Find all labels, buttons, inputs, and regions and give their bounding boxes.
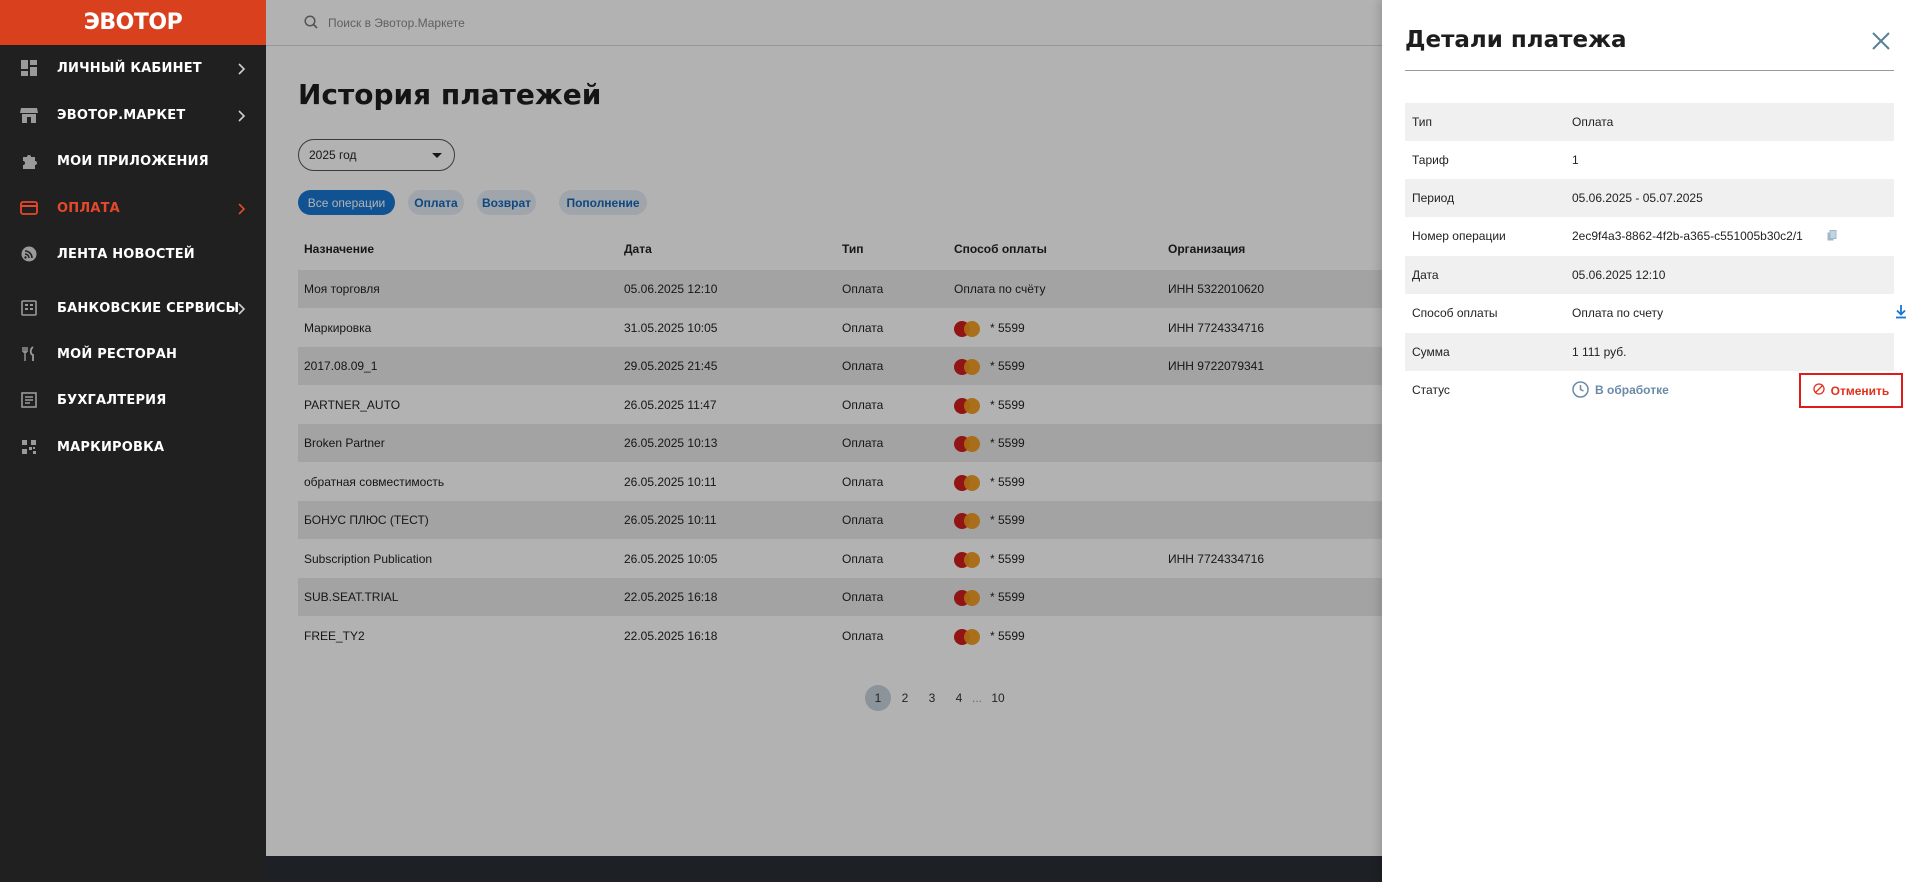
detail-row-operation-number: Номер операции 2ec9f4a3-8862-4f2b-a365-c…: [1405, 217, 1894, 255]
sidebar-item-label: ЛИЧНЫЙ КАБИНЕТ: [57, 60, 202, 76]
detail-row-period: Период 05.06.2025 - 05.07.2025: [1405, 179, 1894, 217]
puzzle-icon: [20, 153, 38, 169]
sidebar-item-accounting[interactable]: БУХГАЛТЕРИЯ: [0, 383, 266, 417]
sidebar-item-label: МАРКИРОВКА: [57, 439, 165, 455]
sidebar-item-label: МОИ ПРИЛОЖЕНИЯ: [57, 153, 209, 169]
detail-label: Номер операции: [1412, 229, 1506, 243]
detail-row-payment-method: Способ оплаты Оплата по счету: [1405, 294, 1906, 332]
sidebar-item-marking[interactable]: МАРКИРОВКА: [0, 430, 266, 464]
ledger-icon: [20, 392, 38, 408]
detail-row-amount: Сумма 1 111 руб.: [1405, 333, 1894, 371]
chevron-right-icon: [238, 62, 246, 80]
detail-value: Оплата: [1572, 115, 1614, 129]
detail-value: 05.06.2025 12:10: [1572, 268, 1666, 282]
cancel-icon: [1813, 382, 1825, 400]
detail-label: Дата: [1412, 268, 1439, 282]
detail-row-date: Дата 05.06.2025 12:10: [1405, 256, 1894, 294]
sidebar-item-label: БАНКОВСКИЕ СЕРВИСЫ: [57, 300, 240, 316]
sidebar-item-payment[interactable]: ОПЛАТА: [0, 191, 266, 225]
bank-icon: [20, 300, 38, 316]
detail-value: 1: [1572, 153, 1579, 167]
detail-value: Оплата по счету: [1572, 306, 1664, 320]
card-icon: [20, 200, 38, 216]
cancel-label: Отменить: [1830, 383, 1890, 398]
sidebar-item-dashboard[interactable]: ЛИЧНЫЙ КАБИНЕТ: [0, 51, 266, 85]
sidebar-item-label: МОЙ РЕСТОРАН: [57, 346, 178, 362]
copy-icon[interactable]: [1827, 229, 1837, 247]
sidebar-item-label: ЛЕНТА НОВОСТЕЙ: [57, 246, 195, 262]
detail-label: Тип: [1412, 115, 1433, 129]
chevron-right-icon: [238, 109, 246, 127]
dashboard-icon: [20, 60, 38, 76]
sidebar: ЭВОТОР ЛИЧНЫЙ КАБИНЕТ ЭВОТОР.МАРКЕТ МОИ …: [0, 0, 266, 882]
barcode-icon: [20, 439, 38, 455]
detail-label: Способ оплаты: [1412, 306, 1498, 320]
sidebar-item-restaurant[interactable]: МОЙ РЕСТОРАН: [0, 337, 266, 371]
sidebar-item-apps[interactable]: МОИ ПРИЛОЖЕНИЯ: [0, 144, 266, 178]
detail-label: Тариф: [1412, 153, 1449, 167]
sidebar-item-bank[interactable]: БАНКОВСКИЕ СЕРВИСЫ: [0, 291, 266, 325]
detail-value: 2ec9f4a3-8862-4f2b-a365-c551005b30c2/1: [1572, 229, 1803, 243]
payment-details-panel: Детали платежа Тип Оплата Тариф 1 Период…: [1382, 0, 1917, 882]
logo[interactable]: ЭВОТОР: [0, 0, 266, 45]
clock-icon: [1572, 381, 1589, 403]
logo-text: ЭВОТОР: [83, 10, 183, 35]
detail-value: 1 111 руб.: [1572, 345, 1627, 359]
sidebar-item-news[interactable]: ЛЕНТА НОВОСТЕЙ: [0, 237, 266, 271]
detail-row-type: Тип Оплата: [1405, 103, 1894, 141]
divider: [1405, 70, 1894, 71]
chevron-right-icon: [238, 302, 246, 320]
store-icon: [20, 107, 38, 123]
panel-title: Детали платежа: [1405, 27, 1627, 53]
sidebar-item-label: ОПЛАТА: [57, 200, 120, 216]
sidebar-item-label: ЭВОТОР.МАРКЕТ: [57, 107, 186, 123]
status-value: В обработке: [1595, 383, 1669, 397]
close-icon: [1872, 32, 1890, 50]
download-icon[interactable]: [1895, 304, 1907, 324]
detail-label: Период: [1412, 191, 1455, 205]
modal-overlay[interactable]: [266, 0, 1382, 882]
sidebar-item-market[interactable]: ЭВОТОР.МАРКЕТ: [0, 98, 266, 132]
sidebar-item-label: БУХГАЛТЕРИЯ: [57, 392, 167, 408]
detail-value: 05.06.2025 - 05.07.2025: [1572, 191, 1703, 205]
close-button[interactable]: [1870, 30, 1892, 52]
detail-label: Статус: [1412, 383, 1450, 397]
detail-label: Сумма: [1412, 345, 1450, 359]
news-icon: [20, 246, 38, 262]
detail-row-tariff: Тариф 1: [1405, 141, 1894, 179]
cancel-payment-button[interactable]: Отменить: [1799, 373, 1903, 408]
chevron-right-icon: [238, 202, 246, 220]
cutlery-icon: [20, 346, 38, 362]
